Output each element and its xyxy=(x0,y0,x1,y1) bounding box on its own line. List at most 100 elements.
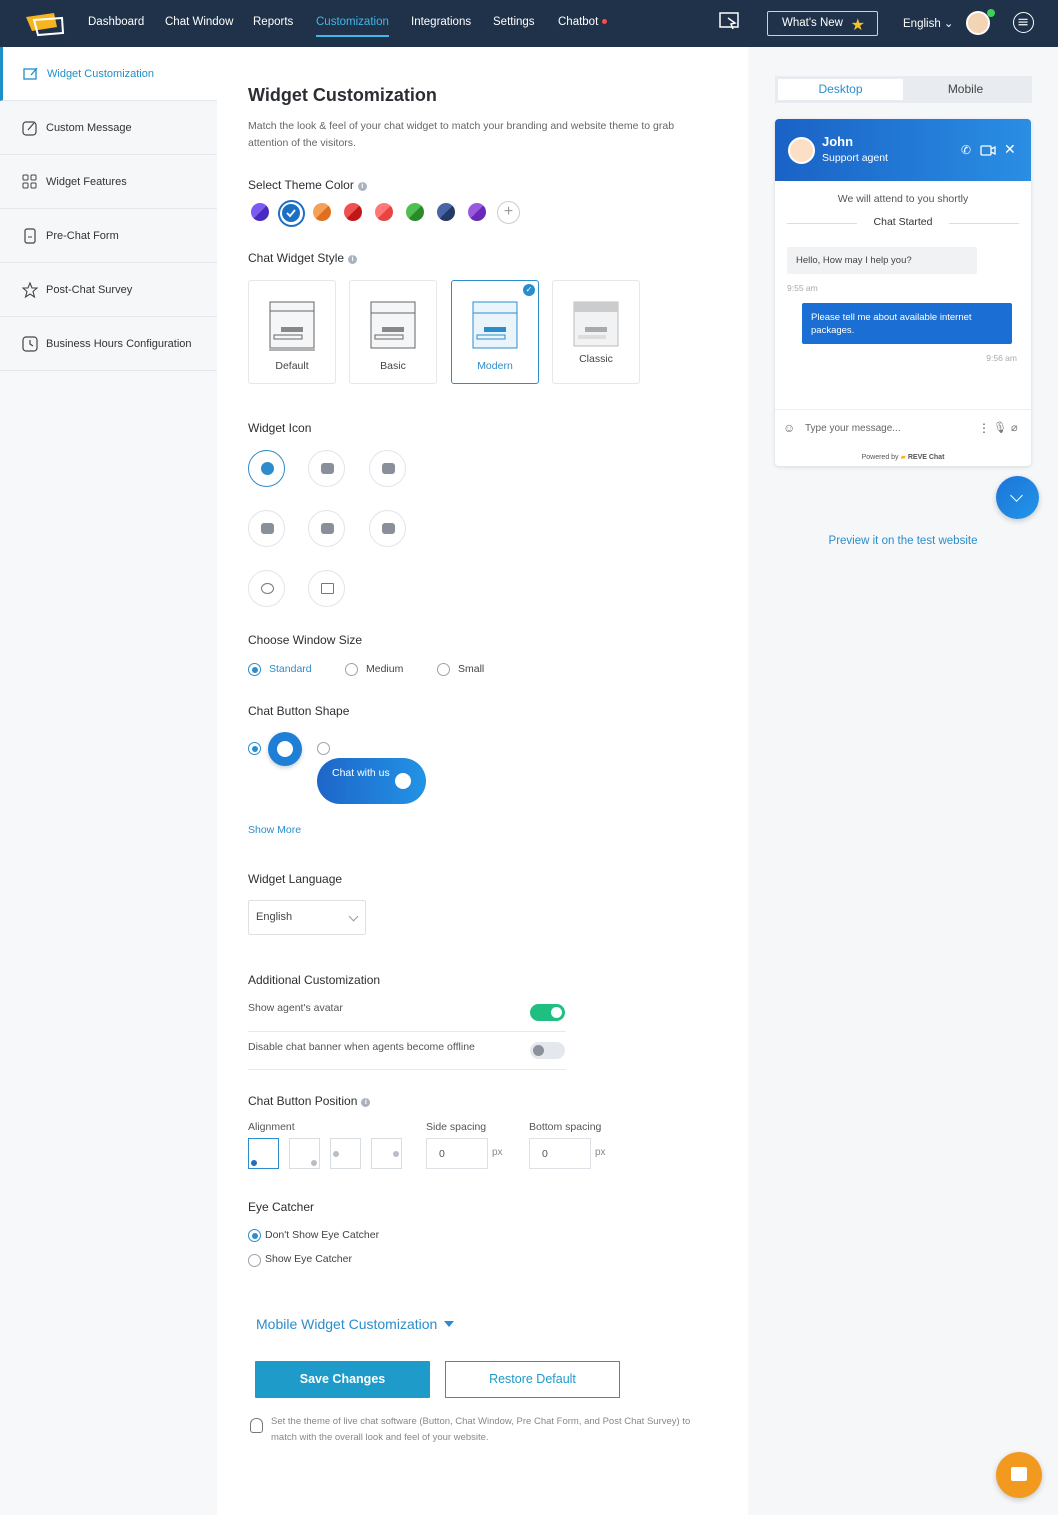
widget-icon-option-windows[interactable] xyxy=(308,570,345,607)
theme-color-swatch[interactable] xyxy=(406,203,424,221)
emoji-icon[interactable]: ☺ xyxy=(783,421,795,435)
nav-integrations[interactable]: Integrations xyxy=(411,16,471,28)
show-more-link[interactable]: Show More xyxy=(248,824,301,836)
alignment-middle-left[interactable] xyxy=(330,1138,361,1169)
nav-dashboard[interactable]: Dashboard xyxy=(88,16,144,28)
screen-share-icon[interactable] xyxy=(719,12,741,32)
message-input[interactable]: Type your message... xyxy=(805,423,901,434)
theme-color-swatch[interactable] xyxy=(282,204,300,222)
info-icon[interactable]: i xyxy=(361,1098,371,1107)
chat-bubble-icon xyxy=(277,741,293,757)
theme-color-swatch[interactable] xyxy=(313,203,331,221)
reve-chat-logo[interactable] xyxy=(24,11,66,37)
eye-catcher-hide-label: Don't Show Eye Catcher xyxy=(265,1229,380,1241)
check-icon xyxy=(286,209,296,218)
preview-test-website-link[interactable]: Preview it on the test website xyxy=(748,535,1058,547)
sidebar-item-pre-chat-form[interactable]: Pre-Chat Form xyxy=(0,209,217,263)
form-icon xyxy=(24,228,36,244)
sidebar-item-custom-message[interactable]: Custom Message xyxy=(0,101,217,155)
eye-catcher-hide-radio[interactable] xyxy=(248,1229,261,1242)
alignment-bottom-right[interactable] xyxy=(289,1138,320,1169)
theme-color-swatch[interactable] xyxy=(437,203,455,221)
sidebar-item-business-hours[interactable]: Business Hours Configuration xyxy=(0,317,217,371)
additional-customization-label: Additional Customization xyxy=(248,973,381,987)
window-size-medium-radio[interactable] xyxy=(345,663,358,676)
sidebar-item-label: Widget Customization xyxy=(47,68,154,80)
sidebar-item-widget-features[interactable]: Widget Features xyxy=(0,155,217,209)
widget-style-default[interactable]: Default xyxy=(248,280,336,384)
sidebar-item-post-chat-survey[interactable]: Post-Chat Survey xyxy=(0,263,217,317)
button-shape-pill-radio[interactable] xyxy=(317,742,330,755)
attachment-icon[interactable]: ⌀ xyxy=(1011,421,1018,434)
language-dropdown[interactable]: English ⌄ xyxy=(903,16,954,30)
widget-style-classic[interactable]: Classic xyxy=(552,280,640,384)
alignment-dot xyxy=(393,1151,399,1157)
disable-banner-toggle[interactable] xyxy=(530,1042,565,1059)
theme-color-swatch[interactable] xyxy=(251,203,269,221)
sidebar-item-widget-customization[interactable]: Widget Customization xyxy=(0,47,217,101)
hamburger-menu-icon[interactable] xyxy=(1013,12,1034,33)
nav-reports[interactable]: Reports xyxy=(253,16,293,28)
widget-icon-option-agent[interactable] xyxy=(248,570,285,607)
info-icon[interactable]: i xyxy=(348,255,358,264)
tab-mobile[interactable]: Mobile xyxy=(903,79,1028,100)
whats-new-button[interactable]: What's New ★ xyxy=(767,11,878,36)
info-icon[interactable]: i xyxy=(357,182,367,191)
check-icon: ✓ xyxy=(523,284,535,296)
theme-color-swatch[interactable] xyxy=(468,203,486,221)
widget-style-modern[interactable]: ✓ Modern xyxy=(451,280,539,384)
minimize-chat-button[interactable] xyxy=(996,476,1039,519)
widget-icon-option-typing[interactable] xyxy=(308,510,345,547)
nav-settings[interactable]: Settings xyxy=(493,16,535,28)
video-icon[interactable] xyxy=(980,145,996,156)
outgoing-message: Please tell me about available internet … xyxy=(802,303,1012,344)
theme-color-swatch[interactable] xyxy=(375,203,393,221)
alignment-middle-right[interactable] xyxy=(371,1138,402,1169)
edit-icon xyxy=(22,121,37,136)
sidebar-item-label: Business Hours Configuration xyxy=(46,338,192,350)
widget-icon-option-chat-bubble[interactable] xyxy=(248,450,285,487)
whats-new-label: What's New xyxy=(782,17,843,29)
style-label: Modern xyxy=(477,360,513,372)
show-avatar-toggle[interactable] xyxy=(530,1004,565,1021)
tab-desktop[interactable]: Desktop xyxy=(778,79,903,100)
close-icon[interactable]: ✕ xyxy=(1004,141,1016,158)
widget-icon-option-conversation[interactable] xyxy=(248,510,285,547)
nav-customization[interactable]: Customization xyxy=(316,16,389,37)
button-shape-round-radio[interactable] xyxy=(248,742,261,755)
clock-icon xyxy=(22,336,38,352)
window-size-small-label: Small xyxy=(458,663,485,675)
nav-chat-window[interactable]: Chat Window xyxy=(165,16,233,28)
save-changes-button[interactable]: Save Changes xyxy=(255,1361,430,1398)
eye-catcher-show-label: Show Eye Catcher xyxy=(265,1253,352,1265)
theme-color-swatch[interactable] xyxy=(344,203,362,221)
window-size-medium-label: Medium xyxy=(366,663,404,675)
incoming-message-time: 9:55 am xyxy=(787,283,818,293)
window-size-standard-radio[interactable] xyxy=(248,663,261,676)
widget-language-select[interactable]: English xyxy=(248,900,366,935)
theme-color-heading: Select Theme Color i xyxy=(248,178,367,192)
restore-default-button[interactable]: Restore Default xyxy=(445,1361,620,1398)
lightbulb-icon xyxy=(250,1418,263,1433)
widget-language-label: Widget Language xyxy=(248,872,343,886)
style-label: Default xyxy=(275,360,309,372)
alignment-dot xyxy=(333,1151,339,1157)
mobile-customization-toggle[interactable]: Mobile Widget Customization xyxy=(256,1316,455,1332)
eye-catcher-show-radio[interactable] xyxy=(248,1254,261,1267)
widget-icon-option-chat-square[interactable] xyxy=(369,450,406,487)
widget-icon-option-question[interactable] xyxy=(369,510,406,547)
help-button[interactable] xyxy=(996,1452,1042,1498)
alignment-bottom-left[interactable] xyxy=(248,1138,279,1169)
sidebar-background xyxy=(0,373,217,1515)
side-spacing-input[interactable]: 0 xyxy=(426,1138,488,1169)
add-color-button[interactable]: + xyxy=(497,201,520,224)
more-icon[interactable]: ⋮ xyxy=(978,421,990,435)
mic-icon[interactable]: 🎙 xyxy=(993,421,1007,434)
window-size-small-radio[interactable] xyxy=(437,663,450,676)
bottom-spacing-input[interactable]: 0 xyxy=(529,1138,591,1169)
phone-icon[interactable]: ✆ xyxy=(961,143,971,157)
nav-chatbot[interactable]: Chatbot xyxy=(558,16,608,28)
widget-style-basic[interactable]: Basic xyxy=(349,280,437,384)
widget-icon-option-message[interactable] xyxy=(308,450,345,487)
attend-message: We will attend to you shortly xyxy=(837,193,969,205)
